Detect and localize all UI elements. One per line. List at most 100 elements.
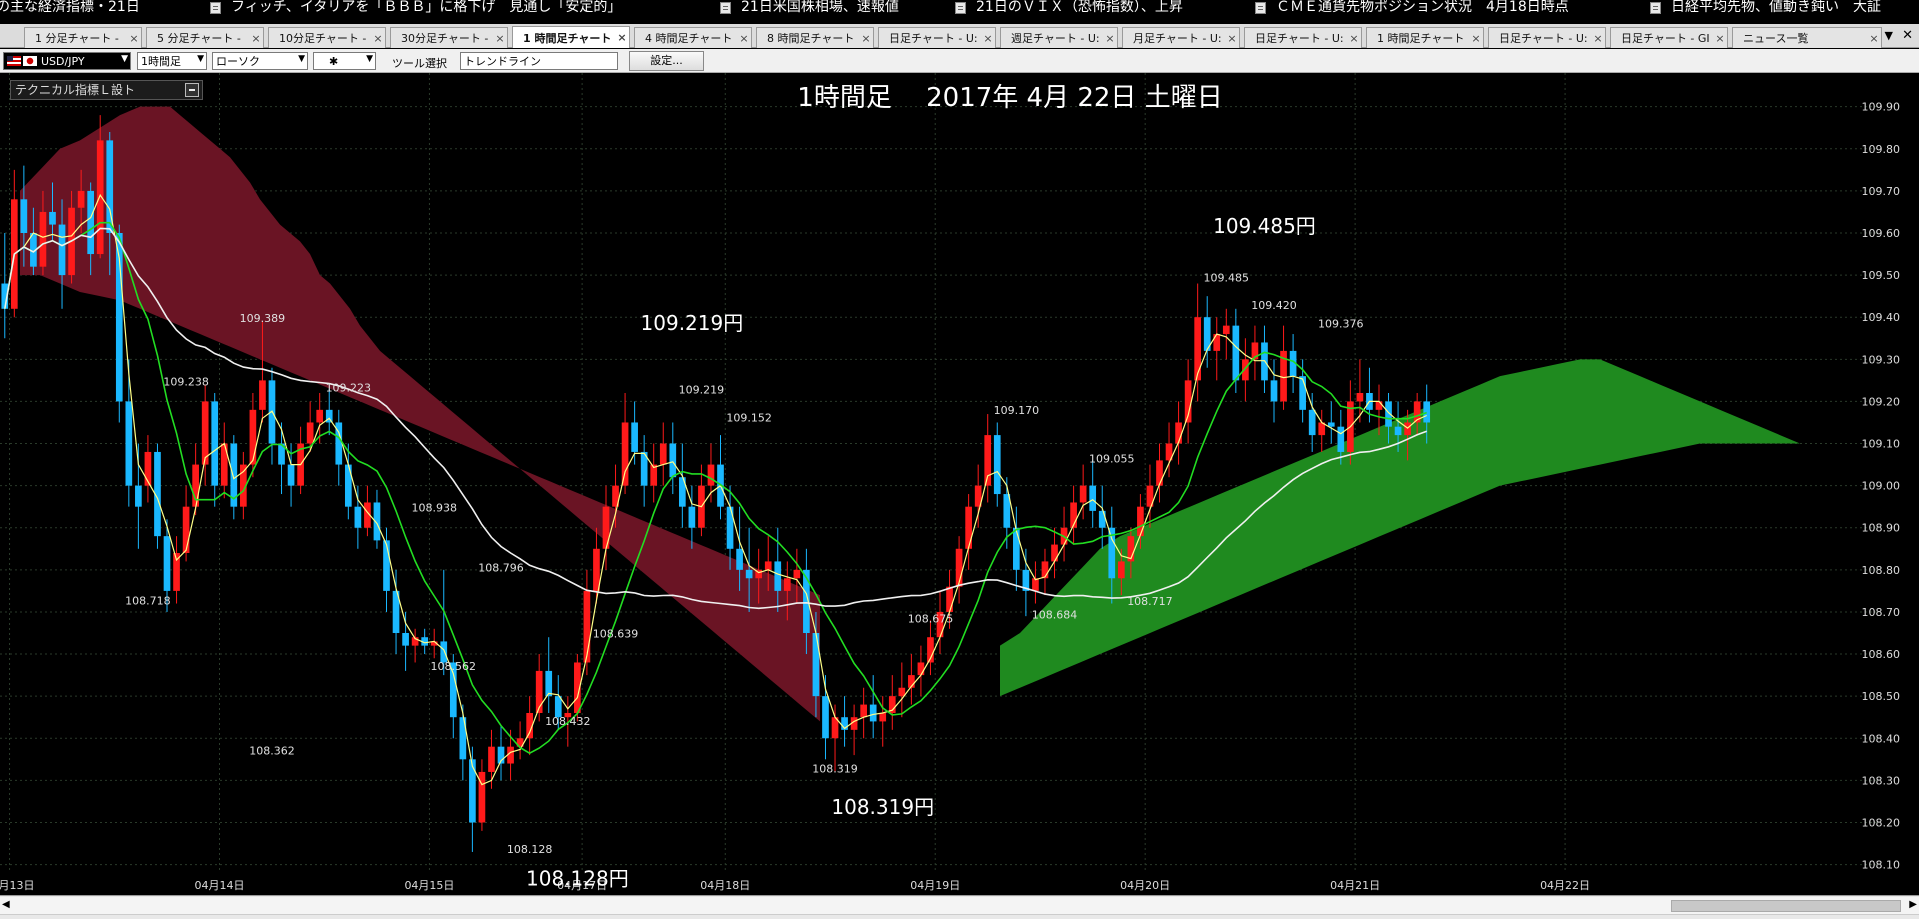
chart-tab[interactable]: 1 時間足チャート × <box>1366 27 1484 48</box>
candle-body <box>1156 460 1163 486</box>
tab-close-icon[interactable]: × <box>1469 32 1483 45</box>
headline-text: フィッチ、イタリアを「ＢＢＢ」に格下げ 見通し「安定的」 <box>231 0 622 15</box>
headline-text: 21日のＶＩＸ（恐怖指数）、上昇 <box>976 0 1183 15</box>
horizontal-scrollbar[interactable]: ◀ ▶ <box>0 897 1919 915</box>
chevron-down-icon: ▼ <box>298 54 305 64</box>
tab-close-icon[interactable]: × <box>1591 32 1605 45</box>
close-window-button[interactable]: ✕ <box>1902 28 1913 43</box>
chart-tab[interactable]: 10分足チャート - × <box>268 27 386 48</box>
news-headline[interactable]: ＣＭＥ通貨先物ポジション状況 4月18日時点 <box>1255 0 1569 15</box>
chart-tab[interactable]: 5 分足チャート - × <box>146 27 264 48</box>
chart-tab[interactable]: 日足チャート - U: × <box>878 27 996 48</box>
big-price-annotation: 109.219円 <box>641 311 744 335</box>
y-axis-label: 109.10 <box>1862 438 1901 451</box>
chart-toolbar: USD/JPY ▼ 1時間足 ▼ ローソク ▼ ✱ ▼ ツール選択 トレンドライ… <box>0 49 1919 73</box>
price-annotation: 108.718 <box>125 594 171 607</box>
chart-tab[interactable]: 1 時間足チャート × <box>512 26 630 48</box>
y-axis-label: 109.60 <box>1862 227 1901 240</box>
chevron-down-icon: ▼ <box>121 54 128 64</box>
minimize-icon[interactable] <box>185 83 199 97</box>
news-icon <box>955 1 966 14</box>
candle-body <box>1137 506 1144 537</box>
price-chart[interactable]: 109.90 109.80 109.70 109.60 109.50 109.40 109.… <box>0 73 1919 895</box>
tab-label: 月足チャート - U: <box>1133 32 1222 45</box>
chart-tab[interactable]: 8 時間足チャート × <box>756 27 874 48</box>
candle-body <box>1175 422 1182 444</box>
scroll-right-icon[interactable]: ▶ <box>1909 899 1917 910</box>
y-axis-label: 108.90 <box>1862 522 1901 535</box>
tab-label: 10分足チャート - <box>279 32 367 45</box>
candle-body <box>860 704 867 718</box>
symbol-value: USD/JPY <box>41 54 85 68</box>
chart-tab[interactable]: 月足チャート - U: × <box>1122 27 1240 48</box>
news-ticker: の主な経済指標・21日 フィッチ、イタリアを「ＢＢＢ」に格下げ 見通し「安定的」 2… <box>0 0 1919 15</box>
price-annotation: 109.376 <box>1318 317 1364 330</box>
marker-select[interactable]: ✱ ▼ <box>313 52 376 70</box>
y-axis-label: 109.50 <box>1862 269 1901 282</box>
news-headline[interactable]: 日経平均先物、値動き鈍い 大証 <box>1650 0 1881 15</box>
ichimoku-cloud-bear <box>20 106 820 722</box>
news-headline[interactable]: 21日米国株相場、速報値 <box>720 0 899 15</box>
price-annotation: 109.219 <box>679 383 725 396</box>
chart-tab[interactable]: ニュース一覧 × <box>1732 27 1882 48</box>
chart-tab[interactable]: 1 分足チャート - × <box>24 27 142 48</box>
y-axis-label: 109.30 <box>1862 353 1901 366</box>
scroll-left-icon[interactable]: ◀ <box>2 899 10 910</box>
tab-close-icon[interactable]: × <box>1103 32 1117 45</box>
timeframe-select[interactable]: 1時間足 ▼ <box>137 52 207 70</box>
candle-body <box>1232 325 1240 381</box>
technical-indicator-panel[interactable]: テクニカル指標Ｌ設ト <box>10 80 203 100</box>
tab-close-icon[interactable]: × <box>1225 32 1239 45</box>
symbol-select[interactable]: USD/JPY ▼ <box>3 52 131 70</box>
settings-button[interactable]: 設定... <box>629 51 704 71</box>
candle-body <box>77 190 85 208</box>
chart-tab[interactable]: 日足チャート - GI × <box>1610 27 1728 48</box>
tab-label: 日足チャート - U: <box>1499 32 1588 45</box>
chart-tab[interactable]: 30分足チャート - × <box>390 27 508 48</box>
scrollbar-thumb[interactable] <box>1671 900 1901 912</box>
tab-close-icon[interactable]: × <box>981 32 995 45</box>
candle-body <box>659 443 667 465</box>
candle-body <box>163 536 171 591</box>
tab-close-icon[interactable]: × <box>493 32 507 45</box>
tab-menu-button[interactable]: ▼ <box>1885 29 1893 42</box>
candle-body <box>869 704 877 722</box>
tab-close-icon[interactable]: × <box>859 32 873 45</box>
candle-body <box>125 401 133 486</box>
tab-close-icon[interactable]: × <box>371 32 385 45</box>
candle-body <box>1308 409 1316 436</box>
candle-body <box>783 578 791 591</box>
price-annotation: 108.938 <box>411 502 457 515</box>
y-axis-label: 108.40 <box>1862 732 1901 745</box>
tab-close-icon[interactable]: × <box>127 32 141 45</box>
candle-body <box>631 422 638 452</box>
news-headline[interactable]: の主な経済指標・21日 <box>0 0 140 15</box>
chart-tab[interactable]: 4 時間足チャート × <box>634 27 752 48</box>
y-axis-label: 109.20 <box>1862 395 1901 408</box>
big-price-annotation: 109.485円 <box>1213 214 1316 238</box>
headline-text: 21日米国株相場、速報値 <box>741 0 899 15</box>
candle-body <box>879 713 887 722</box>
x-axis-label: 04月19日 <box>910 879 960 892</box>
tab-close-icon[interactable]: × <box>615 31 629 44</box>
news-headline[interactable]: フィッチ、イタリアを「ＢＢＢ」に格下げ 見通し「安定的」 <box>210 0 621 15</box>
candle-body <box>402 633 409 646</box>
chart-tab[interactable]: 日足チャート - U: × <box>1244 27 1362 48</box>
candle-body <box>583 590 591 663</box>
tab-close-icon[interactable]: × <box>1867 32 1881 45</box>
chart-tab[interactable]: 日足チャート - U: × <box>1488 27 1606 48</box>
tab-label: 4 時間足チャート <box>645 32 733 45</box>
jp-flag-icon <box>23 56 37 66</box>
tab-close-icon[interactable]: × <box>1713 32 1727 45</box>
candle-body <box>1098 510 1106 528</box>
tab-close-icon[interactable]: × <box>249 32 263 45</box>
tab-close-icon[interactable]: × <box>1347 32 1361 45</box>
tool-select[interactable]: トレンドライン <box>460 52 618 70</box>
tab-close-icon[interactable]: × <box>737 32 751 45</box>
chart-tab[interactable]: 週足チャート - U: × <box>1000 27 1118 48</box>
us-flag-icon <box>7 56 21 66</box>
candle-body <box>1337 426 1345 452</box>
news-headline[interactable]: 21日のＶＩＸ（恐怖指数）、上昇 <box>955 0 1183 15</box>
candle-body <box>993 435 1001 495</box>
chart-type-select[interactable]: ローソク ▼ <box>212 52 308 70</box>
